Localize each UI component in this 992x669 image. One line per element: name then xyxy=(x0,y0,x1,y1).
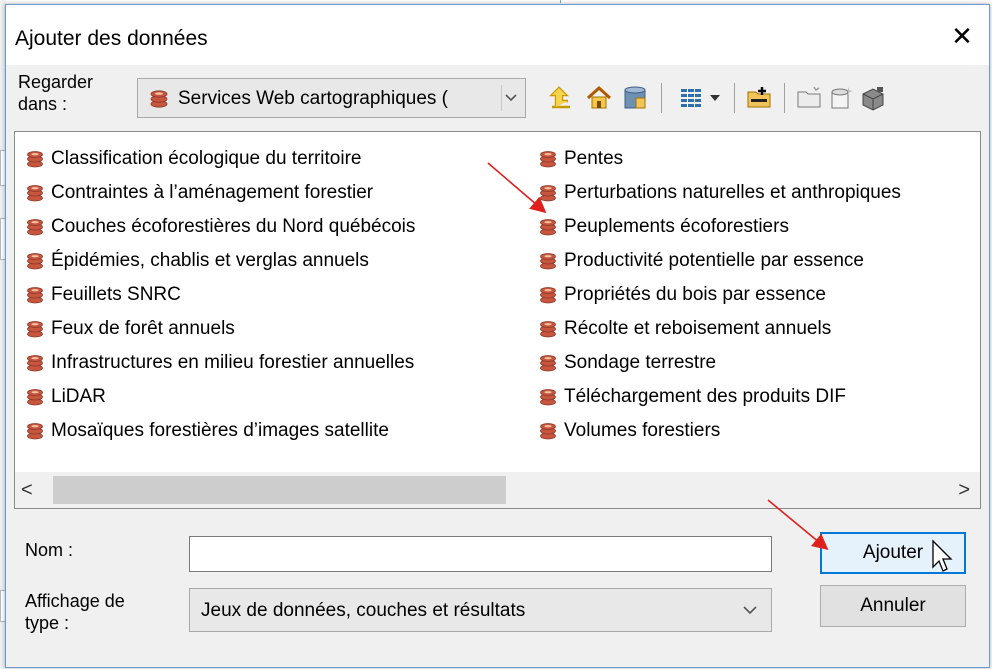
chevron-down-icon[interactable] xyxy=(741,600,759,625)
list-item-label: Peuplements écoforestiers xyxy=(564,216,789,237)
map-service-icon xyxy=(540,185,556,202)
name-label: Nom : xyxy=(25,540,74,560)
list-item-label: Infrastructures en milieu forestier annu… xyxy=(51,352,415,373)
list-item-label: Récolte et reboisement annuels xyxy=(564,318,832,339)
list-item[interactable]: Couches écoforestières du Nord québécois xyxy=(25,210,415,244)
list-item[interactable]: Feux de forêt annuels xyxy=(25,312,415,346)
scroll-right-icon[interactable]: > xyxy=(958,479,970,502)
scroll-left-icon[interactable]: < xyxy=(21,479,33,502)
map-service-icon xyxy=(27,219,43,236)
type-label-line2: type : xyxy=(25,613,70,633)
list-item-label: LiDAR xyxy=(51,386,106,407)
connect-folder-icon[interactable] xyxy=(742,81,776,115)
add-button[interactable]: Ajouter xyxy=(820,532,966,574)
view-icon[interactable] xyxy=(674,81,708,115)
list-item[interactable]: Peuplements écoforestiers xyxy=(538,210,901,244)
map-service-icon xyxy=(540,151,556,168)
map-service-icon xyxy=(27,151,43,168)
type-label-line1: Affichage de xyxy=(25,591,125,611)
map-service-icon xyxy=(540,423,556,440)
list-item[interactable]: Classification écologique du territoire xyxy=(25,142,415,176)
list-item[interactable]: Productivité potentielle par essence xyxy=(538,244,901,278)
map-service-icon xyxy=(27,321,43,338)
cancel-button[interactable]: Annuler xyxy=(820,585,966,627)
close-icon[interactable]: ✕ xyxy=(945,21,979,52)
toolbar-separator xyxy=(784,83,785,113)
list-item[interactable]: Propriétés du bois par essence xyxy=(538,278,901,312)
add-data-dialog: Ajouter des données ✕ Regarder dans : Se… xyxy=(5,4,990,668)
list-item[interactable]: Contraintes à l’aménagement forestier xyxy=(25,176,415,210)
chevron-down-icon[interactable] xyxy=(501,85,519,116)
list-item-label: Sondage terrestre xyxy=(564,352,717,373)
list-item-label: Volumes forestiers xyxy=(564,420,721,441)
list-item[interactable]: Feuillets SNRC xyxy=(25,278,415,312)
map-service-icon xyxy=(27,355,43,372)
list-item[interactable]: Mosaïques forestières d’images satellite xyxy=(25,414,415,448)
type-label: Affichage de type : xyxy=(25,590,125,634)
toolbox-icon[interactable] xyxy=(856,81,890,115)
list-item-label: Propriétés du bois par essence xyxy=(564,284,826,305)
title-bar: Ajouter des données ✕ xyxy=(6,5,989,65)
list-item-label: Téléchargement des produits DIF xyxy=(564,386,846,407)
map-service-icon xyxy=(27,423,43,440)
geodatabase-icon[interactable] xyxy=(618,81,652,115)
catalog-list[interactable]: Classification écologique du territoire C… xyxy=(14,131,981,509)
dialog-title: Ajouter des données xyxy=(15,27,208,50)
list-column-2: Pentes Perturbations naturelles et anthro… xyxy=(538,142,901,448)
map-service-icon xyxy=(148,88,170,115)
list-item[interactable]: Infrastructures en milieu forestier annu… xyxy=(25,346,415,380)
list-item-label: Feuillets SNRC xyxy=(51,284,181,305)
map-service-icon xyxy=(27,253,43,270)
list-item-label: Feux de forêt annuels xyxy=(51,318,235,339)
map-service-icon xyxy=(27,185,43,202)
map-service-icon xyxy=(540,253,556,270)
look-in-label-line1: Regarder xyxy=(18,72,94,92)
up-one-level-icon[interactable] xyxy=(544,81,578,115)
look-in-value: Services Web cartographiques ( xyxy=(178,88,448,109)
list-item[interactable]: Sondage terrestre xyxy=(538,346,901,380)
list-column-1: Classification écologique du territoire C… xyxy=(25,142,415,448)
list-item[interactable]: LiDAR xyxy=(25,380,415,414)
map-service-icon xyxy=(540,321,556,338)
list-item-label: Épidémies, chablis et verglas annuels xyxy=(51,250,369,271)
list-item[interactable]: Épidémies, chablis et verglas annuels xyxy=(25,244,415,278)
new-folder-icon[interactable] xyxy=(792,81,826,115)
view-dropdown-icon[interactable] xyxy=(704,81,726,115)
list-item-label: Pentes xyxy=(564,148,624,169)
look-in-label-line2: dans : xyxy=(18,94,68,114)
list-item-label: Contraintes à l’aménagement forestier xyxy=(51,182,374,203)
toolbar-separator xyxy=(661,83,662,113)
map-service-icon xyxy=(540,287,556,304)
map-service-icon xyxy=(27,389,43,406)
look-in-label: Regarder dans : xyxy=(18,71,93,115)
list-item[interactable]: Pentes xyxy=(538,142,901,176)
list-item[interactable]: Récolte et reboisement annuels xyxy=(538,312,901,346)
list-item-label: Mosaïques forestières d’images satellite xyxy=(51,420,389,441)
list-item-label: Productivité potentielle par essence xyxy=(564,250,864,271)
look-in-combo[interactable]: Services Web cartographiques ( xyxy=(137,78,526,118)
map-service-icon xyxy=(540,355,556,372)
list-item[interactable]: Téléchargement des produits DIF xyxy=(538,380,901,414)
new-shapefile-icon[interactable] xyxy=(824,81,858,115)
type-filter-combo[interactable]: Jeux de données, couches et résultats xyxy=(189,588,772,632)
horizontal-scrollbar[interactable]: < > xyxy=(15,472,980,508)
list-item[interactable]: Volumes forestiers xyxy=(538,414,901,448)
background-window-edge xyxy=(560,0,992,3)
list-item[interactable]: Perturbations naturelles et anthropiques xyxy=(538,176,901,210)
map-service-icon xyxy=(27,287,43,304)
list-item-label: Couches écoforestières du Nord québécois xyxy=(51,216,416,237)
map-service-icon xyxy=(540,219,556,236)
type-filter-value: Jeux de données, couches et résultats xyxy=(201,600,526,621)
home-icon[interactable] xyxy=(582,81,616,115)
map-service-icon xyxy=(540,389,556,406)
name-input[interactable] xyxy=(189,536,772,572)
list-item-label: Classification écologique du territoire xyxy=(51,148,362,169)
toolbar-separator xyxy=(734,83,735,113)
scrollbar-thumb[interactable] xyxy=(53,476,506,504)
list-item-label: Perturbations naturelles et anthropiques xyxy=(564,182,901,203)
